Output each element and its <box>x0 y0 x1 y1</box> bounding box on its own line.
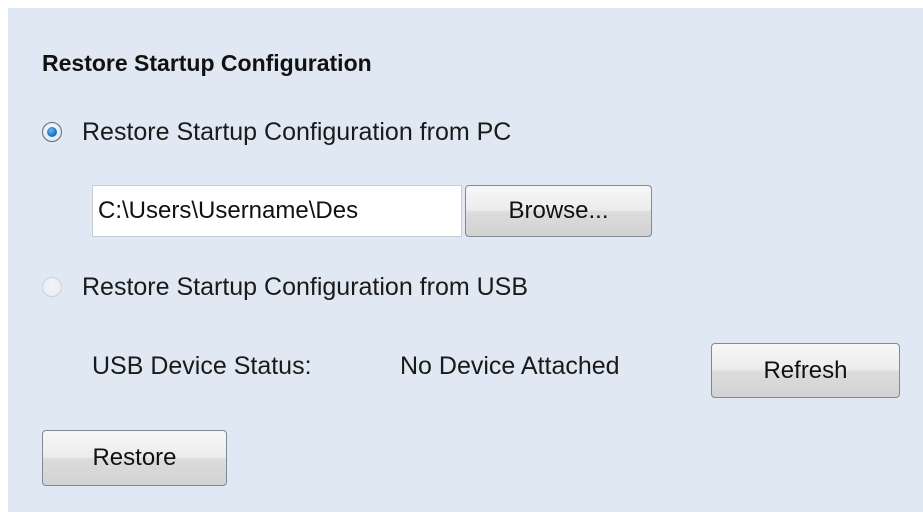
restore-from-pc-label: Restore Startup Configuration from PC <box>82 117 512 146</box>
usb-device-status-label: USB Device Status: <box>92 352 312 380</box>
restore-from-usb-option[interactable]: Restore Startup Configuration from USB <box>42 270 528 304</box>
restore-from-pc-radio[interactable] <box>42 122 62 142</box>
file-path-field[interactable]: C:\Users\Username\Des <box>92 185 462 237</box>
restore-button[interactable]: Restore <box>42 430 227 486</box>
restore-from-pc-option[interactable]: Restore Startup Configuration from PC <box>42 115 511 149</box>
restore-from-usb-radio[interactable] <box>42 277 62 297</box>
restore-from-usb-label: Restore Startup Configuration from USB <box>82 272 529 301</box>
section-title: Restore Startup Configuration <box>42 50 372 76</box>
refresh-button[interactable]: Refresh <box>711 343 900 398</box>
usb-device-status-value: No Device Attached <box>400 352 620 380</box>
browse-button[interactable]: Browse... <box>465 185 652 237</box>
